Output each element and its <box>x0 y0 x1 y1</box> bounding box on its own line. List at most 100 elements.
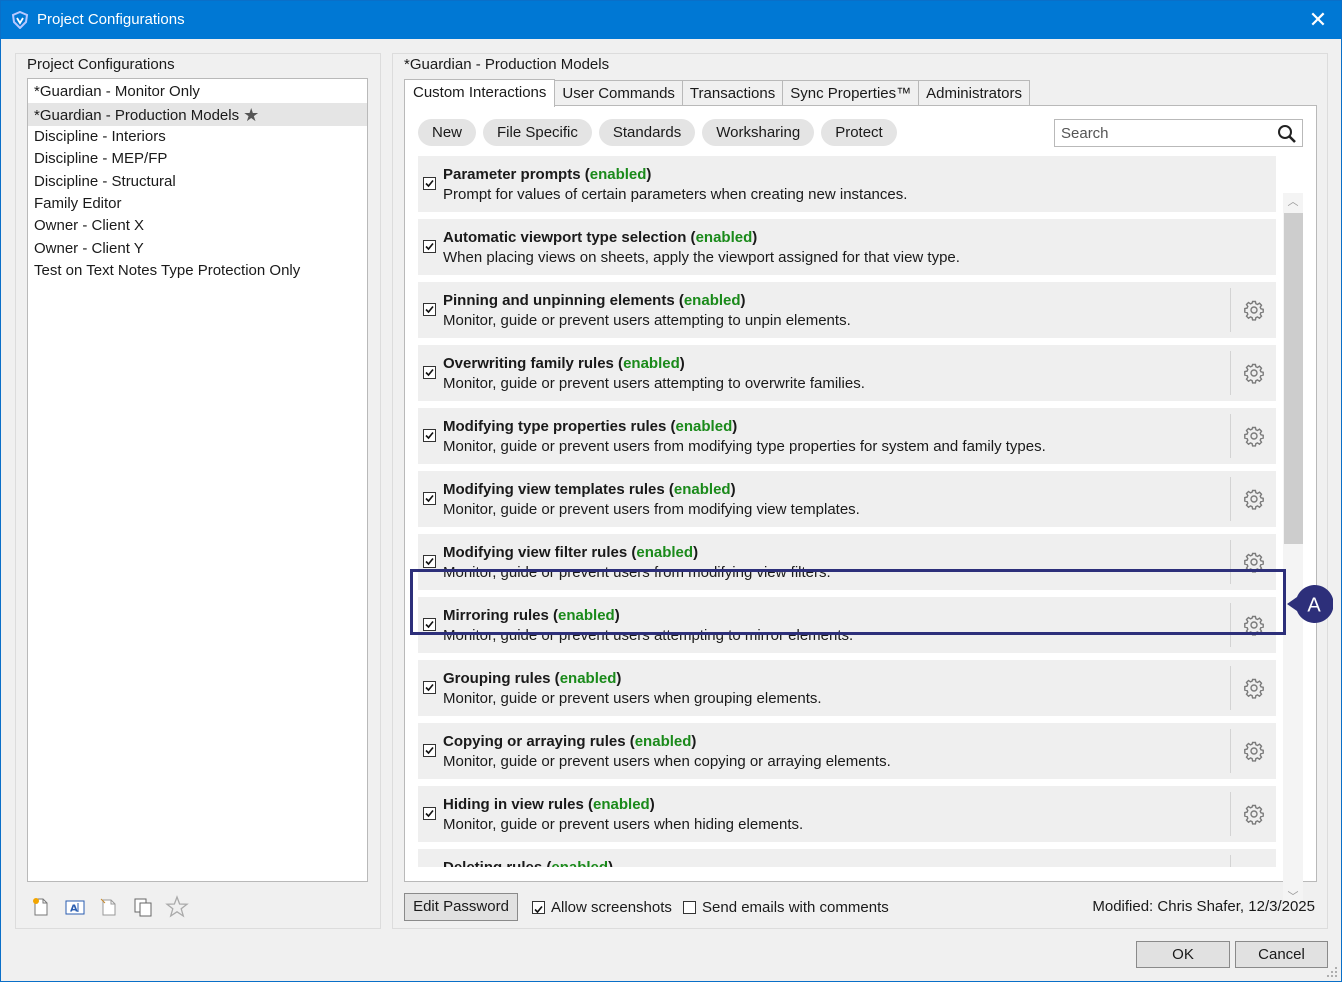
rule-enable-checkbox[interactable] <box>423 492 436 505</box>
edit-password-button[interactable]: Edit Password <box>404 893 518 921</box>
rule-name: Pinning and unpinning elements <box>443 292 675 309</box>
cancel-button[interactable]: Cancel <box>1235 941 1328 968</box>
rule-enable-checkbox[interactable] <box>423 744 436 757</box>
rule-enable-checkbox[interactable] <box>423 177 436 190</box>
callout-label: A <box>1307 595 1321 617</box>
config-list-item[interactable]: Owner - Client Y <box>28 238 367 260</box>
rule-row[interactable]: Automatic viewport type selection (enabl… <box>418 219 1276 275</box>
window-title: Project Configurations <box>37 11 185 28</box>
allow-screenshots-checkbox[interactable]: Allow screenshots <box>532 898 672 916</box>
send-emails-checkbox[interactable]: Send emails with comments <box>683 898 889 916</box>
copy-config-icon[interactable] <box>97 895 121 919</box>
rule-status: enabled <box>636 544 694 561</box>
send-emails-label: Send emails with comments <box>702 898 889 916</box>
rule-enable-checkbox[interactable] <box>423 429 436 442</box>
svg-text:A: A <box>70 904 78 915</box>
rule-enable-checkbox[interactable] <box>423 366 436 379</box>
star-icon[interactable] <box>165 895 189 919</box>
rule-row[interactable]: Grouping rules (enabled) Monitor, guide o… <box>418 660 1276 716</box>
config-list-item[interactable]: Family Editor <box>28 193 367 215</box>
config-list-item[interactable]: Discipline - Structural <box>28 171 367 193</box>
tab-user-commands[interactable]: User Commands <box>554 80 683 106</box>
filter-worksharing[interactable]: Worksharing <box>702 119 815 146</box>
rule-description: When placing views on sheets, apply the … <box>443 249 960 266</box>
rename-config-icon[interactable]: A <box>63 895 87 919</box>
gear-icon[interactable] <box>1243 488 1265 510</box>
filter-pills: New File Specific Standards Worksharing Prot… <box>418 119 897 146</box>
rule-description: Monitor, guide or prevent users from mod… <box>443 501 860 518</box>
app-logo-icon <box>11 11 29 29</box>
rule-row[interactable]: Parameter prompts (enabled) Prompt for va… <box>418 156 1276 212</box>
rule-divider <box>1230 288 1231 332</box>
duplicate-config-icon[interactable] <box>131 895 155 919</box>
resize-grip-icon[interactable] <box>1326 966 1338 978</box>
rule-name: Hiding in view rules <box>443 796 584 813</box>
rule-status: enabled <box>551 859 608 867</box>
project-configurations-window: Project Configurations ✕ Project Configu… <box>0 0 1342 982</box>
tab-strip: Custom Interactions User Commands Transact… <box>404 79 1030 107</box>
rules-scrollbar[interactable]: ︿ ﹀ <box>1283 193 1303 906</box>
config-item-label: Discipline - Structural <box>34 172 176 190</box>
rule-row[interactable]: Overwriting family rules (enabled) Monito… <box>418 345 1276 401</box>
filter-new[interactable]: New <box>418 119 477 146</box>
scrollbar-thumb[interactable] <box>1284 213 1303 544</box>
gear-icon[interactable] <box>1243 677 1265 699</box>
search-icon[interactable] <box>1276 123 1298 145</box>
rule-name: Modifying type properties rules <box>443 418 667 435</box>
gear-icon[interactable] <box>1243 740 1265 762</box>
rule-row[interactable]: Copying or arraying rules (enabled) Monit… <box>418 723 1276 779</box>
rule-row[interactable]: Deleting rules (enabled) <box>418 849 1276 867</box>
gear-icon[interactable] <box>1243 803 1265 825</box>
rule-divider <box>1230 414 1231 458</box>
rule-row[interactable]: Modifying type properties rules (enabled… <box>418 408 1276 464</box>
rule-description: Monitor, guide or prevent users from mod… <box>443 438 1046 455</box>
ok-button[interactable]: OK <box>1136 941 1230 968</box>
scroll-up-icon[interactable]: ︿ <box>1283 193 1303 211</box>
config-list-item[interactable]: Owner - Client X <box>28 215 367 237</box>
modified-info: Modified: Chris Shafer, 12/3/2025 <box>1092 898 1315 915</box>
search-input[interactable] <box>1055 120 1273 146</box>
tab-transactions[interactable]: Transactions <box>681 80 784 106</box>
config-list-item[interactable]: Test on Text Notes Type Protection Only <box>28 260 367 282</box>
gear-icon[interactable] <box>1243 299 1265 321</box>
filter-standards[interactable]: Standards <box>598 119 696 146</box>
config-list-item[interactable]: *Guardian - Monitor Only <box>28 81 367 103</box>
checkbox-box[interactable] <box>683 900 696 914</box>
tab-sync-properties[interactable]: Sync Properties™ <box>782 80 920 106</box>
checkbox-box[interactable] <box>532 900 545 914</box>
rule-enable-checkbox[interactable] <box>423 240 436 253</box>
tab-custom-interactions[interactable]: Custom Interactions <box>404 79 556 107</box>
rule-description: Monitor, guide or prevent users when cop… <box>443 753 891 770</box>
new-config-icon[interactable] <box>29 895 53 919</box>
tab-administrators[interactable]: Administrators <box>918 80 1030 106</box>
config-list-item[interactable]: Discipline - MEP/FP <box>28 148 367 170</box>
rule-name: Modifying view templates rules <box>443 481 665 498</box>
filter-file-specific[interactable]: File Specific <box>483 119 592 146</box>
rule-row[interactable]: Hiding in view rules (enabled) Monitor, g… <box>418 786 1276 842</box>
gear-icon[interactable] <box>1243 362 1265 384</box>
rule-enable-checkbox[interactable] <box>423 303 436 316</box>
gear-icon[interactable] <box>1243 866 1265 867</box>
rule-status: enabled <box>695 229 753 246</box>
rule-enable-checkbox[interactable] <box>423 807 436 820</box>
rule-description: Prompt for values of certain parameters … <box>443 186 908 203</box>
rule-enable-checkbox[interactable] <box>423 555 436 568</box>
gear-icon[interactable] <box>1243 425 1265 447</box>
rule-divider <box>1230 351 1231 395</box>
configuration-list[interactable]: *Guardian - Monitor Only *Guardian - Prod… <box>27 78 368 882</box>
search-box <box>1054 119 1303 147</box>
config-list-item[interactable]: Discipline - Interiors <box>28 126 367 148</box>
rule-enable-checkbox[interactable] <box>423 681 436 694</box>
config-item-label: Test on Text Notes Type Protection Only <box>34 262 301 280</box>
rule-title: Overwriting family rules (enabled) <box>443 355 685 372</box>
close-icon[interactable]: ✕ <box>1305 7 1331 33</box>
filter-protect[interactable]: Protect <box>821 119 897 146</box>
config-list-item[interactable]: *Guardian - Production Models ★ <box>28 103 367 126</box>
rule-title: Automatic viewport type selection (enabl… <box>443 229 758 246</box>
rule-row[interactable]: Modifying view templates rules (enabled)… <box>418 471 1276 527</box>
configuration-toolbar: A <box>29 893 189 921</box>
rule-divider <box>1230 729 1231 773</box>
project-configurations-label: Project Configurations <box>27 56 177 73</box>
rule-row[interactable]: Pinning and unpinning elements (enabled)… <box>418 282 1276 338</box>
config-item-label: Owner - Client X <box>34 217 145 235</box>
